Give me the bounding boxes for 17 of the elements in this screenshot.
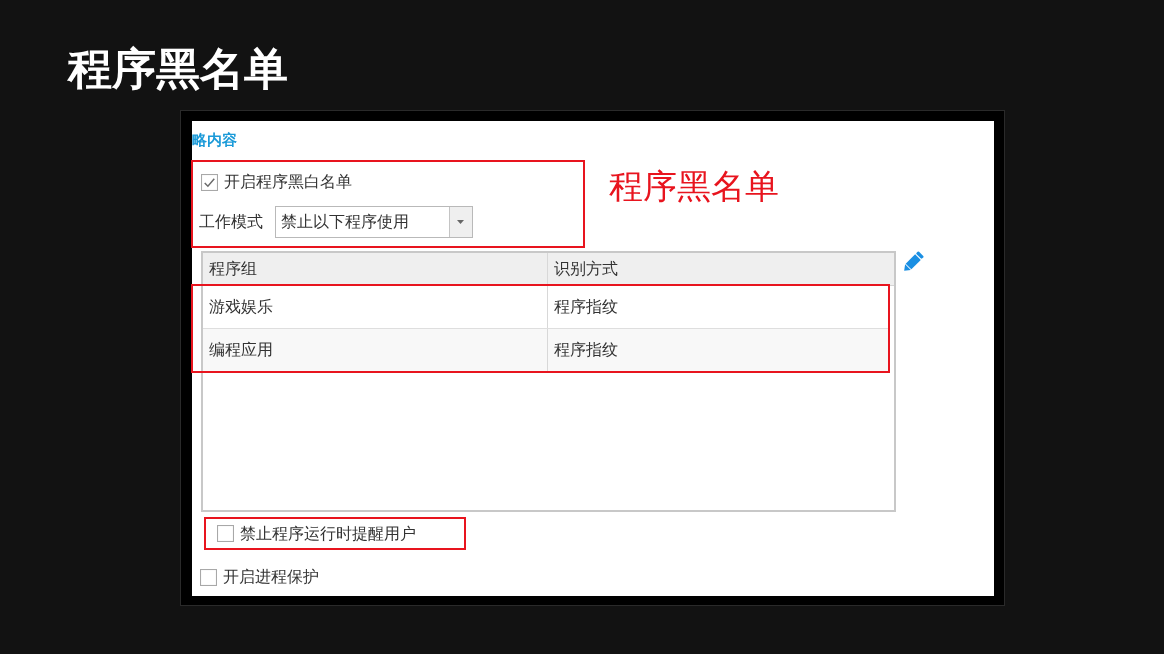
checkbox-label: 开启程序黑白名单 bbox=[224, 171, 352, 193]
slide-title: 程序黑名单 bbox=[68, 42, 288, 96]
checkbox[interactable] bbox=[201, 173, 218, 191]
table-cell: 程序指纹 bbox=[548, 329, 888, 371]
checkbox[interactable] bbox=[217, 525, 234, 542]
caret-icon[interactable] bbox=[449, 207, 472, 237]
table-cell: 编程应用 bbox=[203, 329, 548, 371]
checkbox-label: 开启进程保护 bbox=[223, 566, 319, 588]
callout-label: 程序黑名单 bbox=[609, 165, 779, 207]
mode-dropdown[interactable]: 禁止以下程序使用 bbox=[275, 206, 473, 238]
checkbox[interactable] bbox=[200, 568, 217, 586]
pencil-icon[interactable] bbox=[904, 251, 924, 271]
section-heading: 略内容 bbox=[192, 130, 237, 150]
field-label: 工作模式 bbox=[199, 211, 264, 233]
column-header[interactable]: 识别方式 bbox=[548, 253, 894, 285]
column-header[interactable]: 程序组 bbox=[203, 253, 548, 285]
checkbox-label: 禁止程序运行时提醒用户 bbox=[240, 522, 416, 545]
